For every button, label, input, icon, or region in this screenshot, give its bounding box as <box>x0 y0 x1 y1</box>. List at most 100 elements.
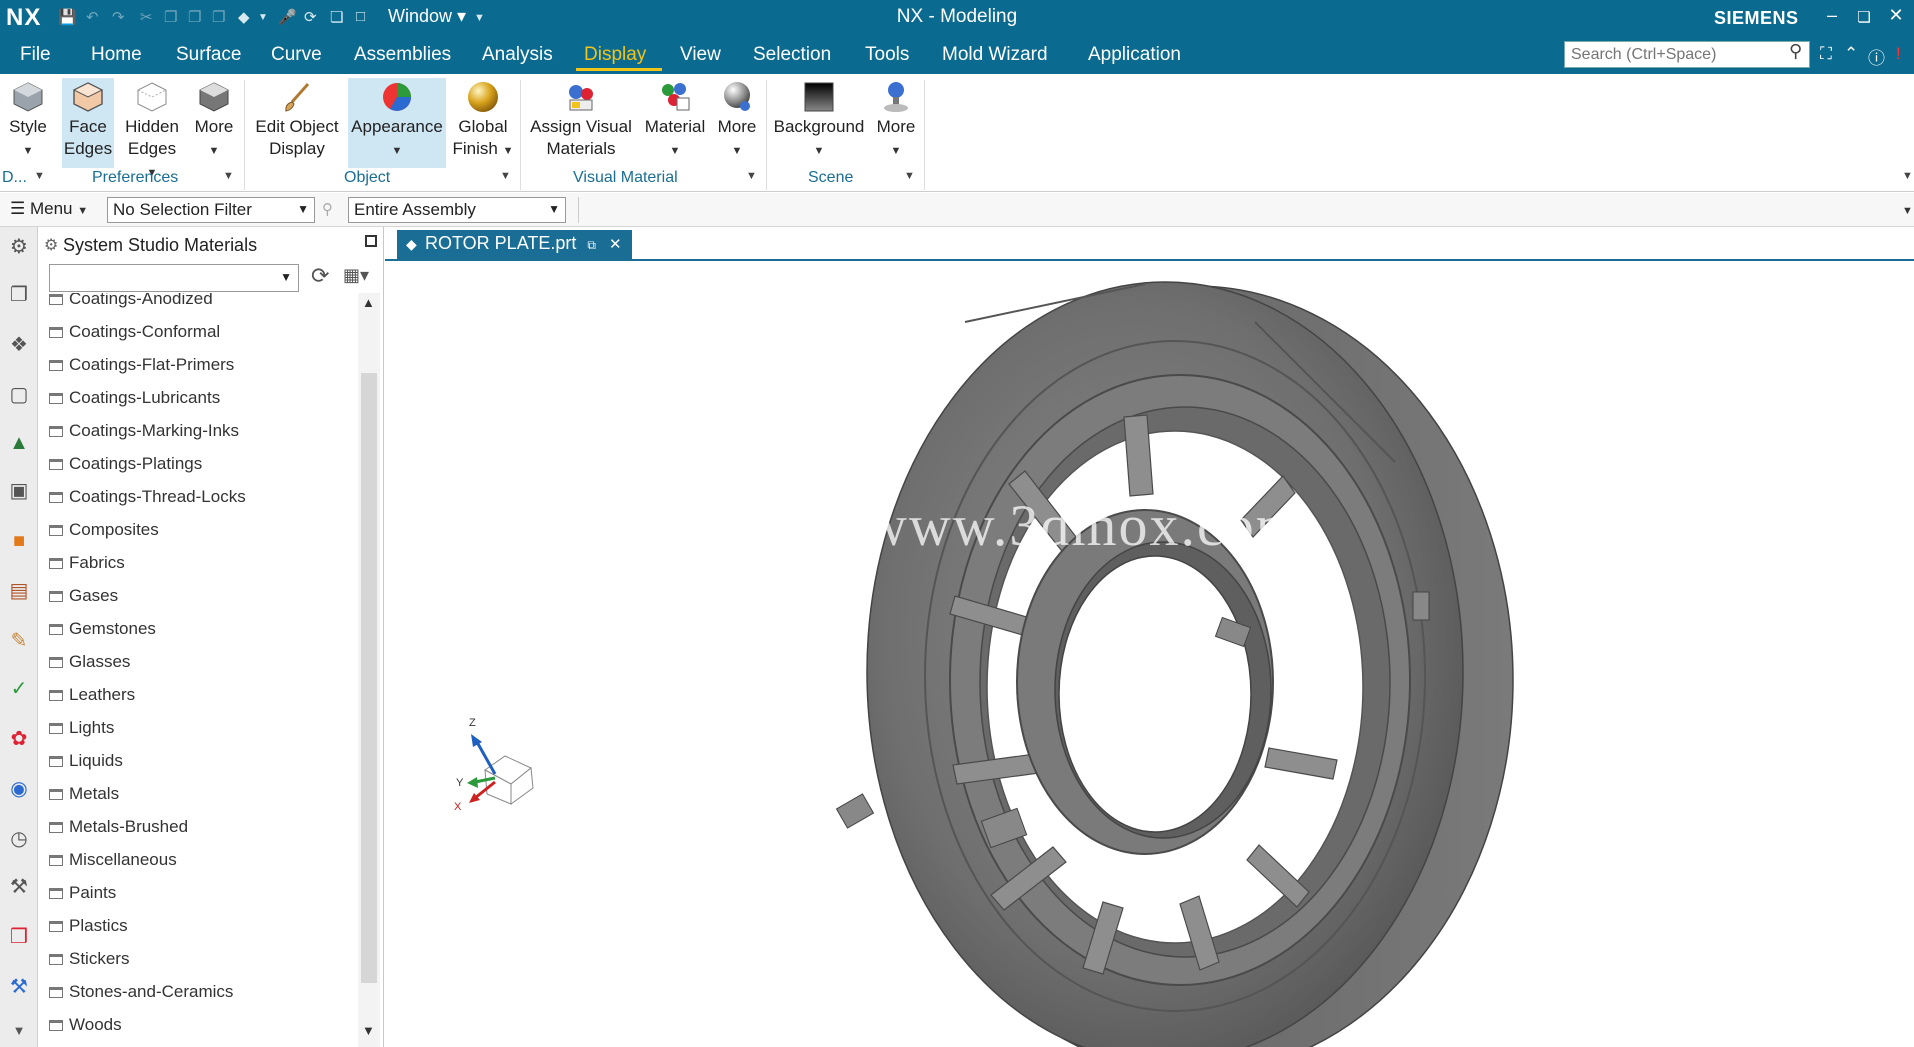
view-triad[interactable]: Z Y X <box>435 702 545 822</box>
tab-analysis[interactable]: Analysis <box>482 44 553 66</box>
part-icon[interactable]: ◆ <box>238 8 250 26</box>
redo-icon[interactable]: ↷ <box>112 8 125 26</box>
restore-icon[interactable]: ❏ <box>1850 8 1878 26</box>
tab-selection[interactable]: Selection <box>753 44 831 66</box>
tab-assemblies[interactable]: Assemblies <box>354 44 451 66</box>
process-studio-icon[interactable]: ✓ <box>7 677 31 701</box>
history-icon[interactable]: ✎ <box>7 629 31 653</box>
analysis-icon[interactable]: ❒ <box>7 925 31 949</box>
hd3d-tools-icon[interactable]: ■ <box>7 529 31 553</box>
view-manager-icon[interactable]: ▣ <box>7 479 31 503</box>
group-scene-dropdown-icon[interactable]: ▼ <box>904 170 915 182</box>
clock-icon[interactable]: ◷ <box>7 827 31 851</box>
ribbon-options-dropdown-icon[interactable]: ▼ <box>1902 170 1913 182</box>
settings-gear-icon[interactable]: ⚙ <box>7 235 31 259</box>
style-button[interactable]: Style ▼ <box>4 78 52 168</box>
command-search-input[interactable] <box>1564 41 1810 68</box>
tab-tools[interactable]: Tools <box>865 44 909 66</box>
selection-filter-select[interactable]: No Selection Filter ▼ <box>107 197 315 223</box>
full-screen-icon[interactable]: ⛶ <box>1820 44 1832 64</box>
more-preferences-button[interactable]: More ▼ <box>190 78 238 168</box>
tab-curve[interactable]: Curve <box>271 44 322 66</box>
background-dropdown-icon[interactable]: ▼ <box>814 145 825 157</box>
list-item[interactable]: Metals <box>49 784 349 817</box>
close-icon[interactable]: ✕ <box>1882 5 1910 26</box>
assign-visual-materials-button[interactable]: Assign Visual Materials <box>528 78 634 168</box>
part-navigator-icon[interactable]: ▢ <box>7 383 31 407</box>
window-icon[interactable]: □ <box>356 8 365 25</box>
tab-view[interactable]: View <box>680 44 721 66</box>
graphics-window[interactable]: www.3dmox.com Z Y X <box>385 262 1914 1047</box>
document-tab[interactable]: ◆ ROTOR PLATE.prt ⧉ ✕ <box>397 230 632 261</box>
list-item[interactable]: Coatings-Platings <box>49 454 349 487</box>
more-visual-material-button[interactable]: More ▼ <box>712 78 762 168</box>
tools-icon[interactable]: ⚒ <box>7 975 31 999</box>
list-item[interactable]: Stones-and-Ceramics <box>49 982 349 1015</box>
list-item[interactable]: Glasses <box>49 652 349 685</box>
materials-scrollbar[interactable]: ▲ ▼ <box>358 293 380 1047</box>
face-edges-button[interactable]: Face Edges <box>62 78 114 168</box>
collapse-ribbon-icon[interactable]: ⌃ <box>1844 44 1858 64</box>
material-dropdown-icon[interactable]: ▼ <box>670 145 681 157</box>
list-item[interactable]: Composites <box>49 520 349 553</box>
list-item[interactable]: Coatings-Flat-Primers <box>49 355 349 388</box>
list-item[interactable]: Liquids <box>49 751 349 784</box>
web-browser-icon[interactable]: ▤ <box>7 579 31 603</box>
appearance-button[interactable]: Appearance ▼ <box>348 78 446 168</box>
window-menu[interactable]: Window ▾ <box>388 6 466 27</box>
maximize-panel-icon[interactable] <box>365 235 377 247</box>
selection-scope-select[interactable]: Entire Assembly ▼ <box>348 197 566 223</box>
reuse-library-icon[interactable]: ▲ <box>7 431 31 455</box>
list-item[interactable]: Coatings-Lubricants <box>49 388 349 421</box>
tab-mold-wizard[interactable]: Mold Wizard <box>942 44 1048 66</box>
list-item[interactable]: Coatings-Marking-Inks <box>49 421 349 454</box>
microphone-icon[interactable]: 🎤 <box>278 8 297 26</box>
list-item[interactable]: Fabrics <box>49 553 349 586</box>
tab-home[interactable]: Home <box>91 44 142 66</box>
refresh-icon[interactable]: ⟳ <box>311 263 329 289</box>
assembly-navigator-icon[interactable]: ❐ <box>7 283 31 307</box>
list-item[interactable]: Gemstones <box>49 619 349 652</box>
list-item[interactable]: Stickers <box>49 949 349 982</box>
scroll-thumb[interactable] <box>361 373 377 983</box>
close-tab-icon[interactable]: ✕ <box>609 236 622 253</box>
edit-object-display-button[interactable]: Edit Object Display <box>250 78 344 168</box>
window-switch-icon[interactable]: ❏ <box>330 8 343 26</box>
roles-icon[interactable]: ⚒ <box>7 875 31 899</box>
list-item[interactable]: Leathers <box>49 685 349 718</box>
search-icon[interactable]: ⚲ <box>1789 41 1802 62</box>
system-scenes-icon[interactable]: ◉ <box>7 777 31 801</box>
alert-icon[interactable]: ! <box>1896 44 1901 64</box>
list-item[interactable]: Lights <box>49 718 349 751</box>
scroll-up-icon[interactable]: ▲ <box>362 295 375 310</box>
list-item[interactable]: Paints <box>49 883 349 916</box>
system-materials-icon[interactable]: ✿ <box>7 727 31 751</box>
scroll-down-icon[interactable]: ▼ <box>362 1023 375 1038</box>
copy-icon[interactable]: ❐ <box>164 8 177 26</box>
help-icon[interactable]: ⓘ <box>1868 44 1885 69</box>
more-scene-button[interactable]: More ▼ <box>870 78 922 168</box>
menu-button[interactable]: ☰ Menu ▼ <box>10 199 88 219</box>
tab-application[interactable]: Application <box>1088 44 1181 66</box>
undock-icon[interactable]: ⧉ <box>587 238 596 252</box>
cut-icon[interactable]: ✂ <box>140 8 153 26</box>
list-item[interactable]: Metals-Brushed <box>49 817 349 850</box>
list-item[interactable]: Woods <box>49 1015 349 1047</box>
part-dropdown-icon[interactable]: ▼ <box>258 12 268 23</box>
appearance-dropdown-icon[interactable]: ▼ <box>392 145 403 157</box>
list-item[interactable]: Coatings-Anodized <box>49 293 349 322</box>
list-item[interactable]: Plastics <box>49 916 349 949</box>
group-preferences-dropdown-icon[interactable]: ▼ <box>223 170 234 182</box>
view-options-icon[interactable]: ▦▾ <box>343 265 369 286</box>
list-item[interactable]: Gases <box>49 586 349 619</box>
undo-icon[interactable]: ↶ <box>86 8 99 26</box>
customize-dropdown-icon[interactable]: ▼ <box>474 12 485 24</box>
reset-filter-icon[interactable]: ⚲ <box>322 200 333 218</box>
list-item[interactable]: Coatings-Conformal <box>49 322 349 355</box>
resbar-more-dropdown-icon[interactable]: ▼ <box>7 1019 31 1043</box>
group-visual-material-dropdown-icon[interactable]: ▼ <box>746 170 757 182</box>
material-category-select[interactable]: ▼ <box>49 264 299 292</box>
repeat-command-icon[interactable]: ⟳ <box>304 8 317 26</box>
list-item[interactable]: Miscellaneous <box>49 850 349 883</box>
group-d-dropdown-icon[interactable]: ▼ <box>34 170 45 182</box>
